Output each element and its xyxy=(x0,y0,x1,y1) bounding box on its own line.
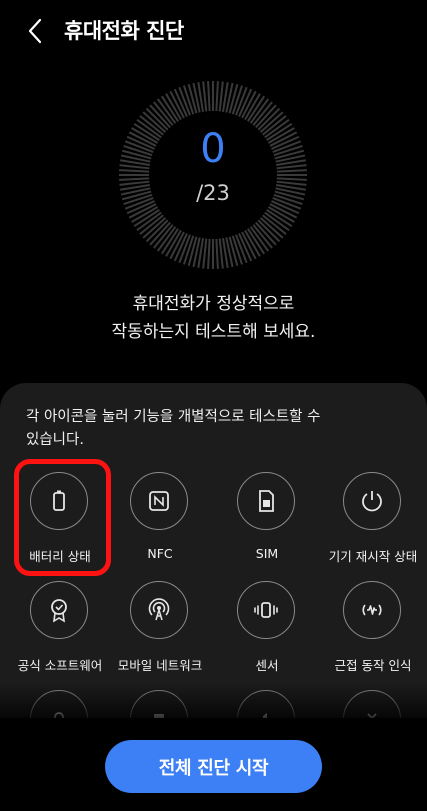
certified-badge-icon xyxy=(30,581,88,639)
test-label: NFC xyxy=(147,546,173,561)
test-item-sim[interactable]: SIM xyxy=(214,472,320,584)
test-item-proximity[interactable]: 근접 동작 인식 xyxy=(320,581,426,693)
test-label: SIM xyxy=(255,546,279,561)
ring-tick xyxy=(202,238,208,269)
test-item-software[interactable]: 공식 소프트웨어 xyxy=(7,581,113,693)
start-full-diagnosis-button[interactable]: 전체 진단 시작 xyxy=(105,740,322,793)
test-item-restart[interactable]: 기기 재시작 상태 xyxy=(320,472,426,584)
test-label: 모바일 네트워크 xyxy=(117,658,203,673)
sim-card-icon xyxy=(237,472,295,530)
restart-icon xyxy=(343,472,401,530)
test-panel: 각 아이콘을 눌러 기능을 개별적으로 테스트할 수 있습니다. 배터리 상태 … xyxy=(0,383,427,718)
ring-tick xyxy=(215,81,219,112)
ring-tick xyxy=(218,238,224,269)
panel-fade xyxy=(0,683,427,723)
progress-ring-graphic xyxy=(119,81,307,269)
instruction-line-1: 각 아이콘을 눌러 기능을 개별적으로 테스트할 수 xyxy=(26,409,321,425)
proximity-icon xyxy=(343,581,401,639)
ring-tick xyxy=(207,81,211,112)
back-button[interactable] xyxy=(18,14,52,48)
test-item-mobile-network[interactable]: 모바일 네트워크 xyxy=(107,581,213,693)
test-item-nfc[interactable]: NFC xyxy=(107,472,213,584)
ring-tick xyxy=(119,177,150,181)
test-label: 센서 xyxy=(255,658,279,673)
vibration-sensor-icon xyxy=(237,581,295,639)
page-title: 휴대전화 진단 xyxy=(64,19,184,43)
test-label: 기기 재시작 상태 xyxy=(328,549,418,564)
diagnostics-screen: 휴대전화 진단 0 /23 휴대전화가 정상적으로 작동하는지 테스트해 보세요… xyxy=(0,0,427,811)
test-label: 배터리 상태 xyxy=(29,549,91,564)
header: 휴대전화 진단 xyxy=(0,0,427,62)
ring-tick xyxy=(218,81,224,112)
battery-icon xyxy=(30,472,88,530)
antenna-icon xyxy=(130,581,188,639)
nfc-icon xyxy=(130,472,188,530)
test-item-battery[interactable]: 배터리 상태 xyxy=(7,472,113,584)
description-line-2: 작동하는지 테스트해 보세요. xyxy=(111,322,316,342)
ring-tick xyxy=(276,177,307,181)
description-line-1: 휴대전화가 정상적으로 xyxy=(132,294,295,314)
ring-tick xyxy=(215,238,219,269)
ring-tick xyxy=(207,238,211,269)
test-label: 근접 동작 인식 xyxy=(334,658,412,673)
completed-count: 0 xyxy=(200,126,226,172)
test-label: 공식 소프트웨어 xyxy=(17,658,103,673)
instruction-line-2: 있습니다. xyxy=(26,432,84,448)
progress-ring: 0 /23 xyxy=(113,80,313,270)
ring-tick xyxy=(202,81,208,112)
test-item-sensor[interactable]: 센서 xyxy=(214,581,320,693)
description: 휴대전화가 정상적으로 작동하는지 테스트해 보세요. xyxy=(0,290,427,346)
total-count: /23 xyxy=(196,181,230,205)
chevron-left-icon xyxy=(28,18,42,44)
instruction-text: 각 아이콘을 눌러 기능을 개별적으로 테스트할 수 있습니다. xyxy=(26,406,406,452)
